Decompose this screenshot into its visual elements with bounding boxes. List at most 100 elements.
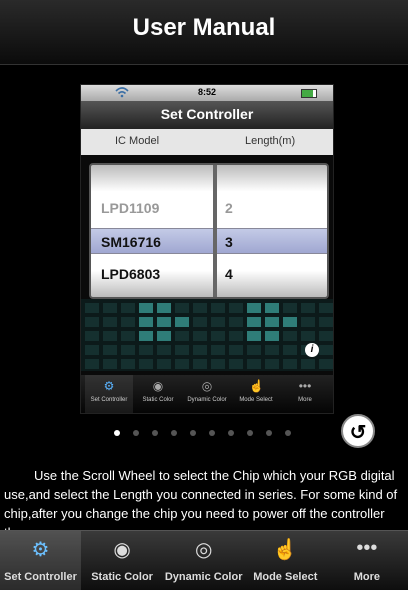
page-dot[interactable] [152,430,158,436]
led-cell [247,345,261,355]
led-cell [319,359,333,369]
picker-row-model: SM16716 [101,234,161,250]
instruction-paragraph: Use the Scroll Wheel to select the Chip … [4,468,398,530]
led-cell [301,331,315,341]
tab-label: Mode Select [253,571,318,583]
tab-dynamic-color[interactable]: ◎ Dynamic Color [163,531,244,590]
tab-label: More [353,571,381,583]
led-cell [85,303,99,313]
led-cell [247,331,261,341]
info-icon[interactable]: i [305,343,319,357]
page-dot[interactable] [285,430,291,436]
led-cell [283,345,297,355]
led-cell [85,345,99,355]
led-cell [229,317,243,327]
tab-set-controller[interactable]: ⚙ Set Controller [0,531,81,590]
led-cell [85,317,99,327]
more-dots-icon: ••• [298,379,312,393]
page-dot[interactable] [190,430,196,436]
picker-row-length: 3 [225,234,233,250]
picker-row[interactable]: LPD6803 4 [91,261,327,289]
led-cell [139,331,153,341]
led-cell [247,359,261,369]
led-cell [229,303,243,313]
led-cell [121,331,135,341]
return-arrow-icon: ↺ [349,422,367,444]
led-cell [283,331,297,341]
preview-tab-set-controller: ⚙ Set Controller [85,375,133,413]
preview-tab-bar: ⚙ Set Controller ◉ Static Color ◎ Dynamic Col… [81,375,333,413]
column-header-ic-model: IC Model [115,135,160,147]
gear-icon: ⚙ [31,539,50,561]
led-cell [157,317,171,327]
gear-icon: ⚙ [103,379,115,393]
picker-row-model: LPD6803 [101,266,161,282]
page-dot[interactable] [171,430,177,436]
led-cell [301,303,315,313]
led-cell [211,331,225,341]
led-cell [193,303,207,313]
tab-more[interactable]: ••• More [326,531,407,590]
led-cell [265,317,279,327]
page-dot[interactable] [228,430,234,436]
led-cell [265,359,279,369]
led-cell [265,303,279,313]
led-cell [175,331,189,341]
nav-bar: Set Controller [81,101,333,129]
led-cell [139,345,153,355]
scroll-wheel-picker[interactable]: LPD1109 2 SM16716 3 LPD6803 4 [89,163,329,299]
tab-static-color[interactable]: ◉ Static Color [82,531,163,590]
led-cell [283,359,297,369]
led-cell [193,359,207,369]
eye-icon: ◉ [113,539,131,561]
led-cell [121,303,135,313]
bottom-tab-bar: ⚙ Set Controller ◉ Static Color ◎ Dynamic Col… [0,530,408,590]
led-cell [229,359,243,369]
led-cell [301,317,315,327]
led-cell [157,359,171,369]
preview-tab-label: More [298,397,312,403]
led-cell [283,303,297,313]
led-cell [211,303,225,313]
page-dot[interactable] [247,430,253,436]
led-cell [265,331,279,341]
led-cell [85,359,99,369]
led-cell [319,331,333,341]
header-bar: User Manual [0,0,408,65]
preview-tab-label: Set Controller [90,397,128,403]
led-cell [121,345,135,355]
led-cell [193,331,207,341]
led-cell [175,359,189,369]
page-dot[interactable] [114,430,120,436]
eye-icon: ◉ [152,379,164,393]
battery-icon [301,89,317,98]
preview-tab-label: Mode Select [239,397,273,403]
tab-mode-select[interactable]: ☝ Mode Select [245,531,326,590]
eye-ring-icon: ◎ [201,379,213,393]
led-cell [103,359,117,369]
app-screenshot: 8:52 Set Controller IC Model Length(m) L… [80,84,334,414]
page-dot[interactable] [133,430,139,436]
page-dot[interactable] [266,430,272,436]
picker-row-length: 2 [225,200,233,216]
led-cell [301,359,315,369]
tab-label: Set Controller [4,571,77,583]
led-cell [229,331,243,341]
hand-icon: ☝ [249,379,264,393]
picker-column-headers: IC Model Length(m) [81,129,333,155]
led-cell [139,317,153,327]
back-button[interactable]: ↺ [341,414,375,448]
led-cell [247,303,261,313]
more-dots-icon: ••• [356,537,378,559]
instruction-text: Use the Scroll Wheel to select the Chip … [0,466,408,530]
preview-tab-label: Static Color [142,397,174,403]
led-cell [211,317,225,327]
led-cell [121,317,135,327]
led-cell [85,331,99,341]
picker-row[interactable]: SM16716 3 [91,229,327,257]
column-header-length: Length(m) [245,135,296,147]
led-pattern-graphic [81,299,333,371]
page-dot[interactable] [209,430,215,436]
picker-row[interactable]: LPD1109 2 [91,195,327,223]
page-indicator[interactable] [114,430,304,440]
